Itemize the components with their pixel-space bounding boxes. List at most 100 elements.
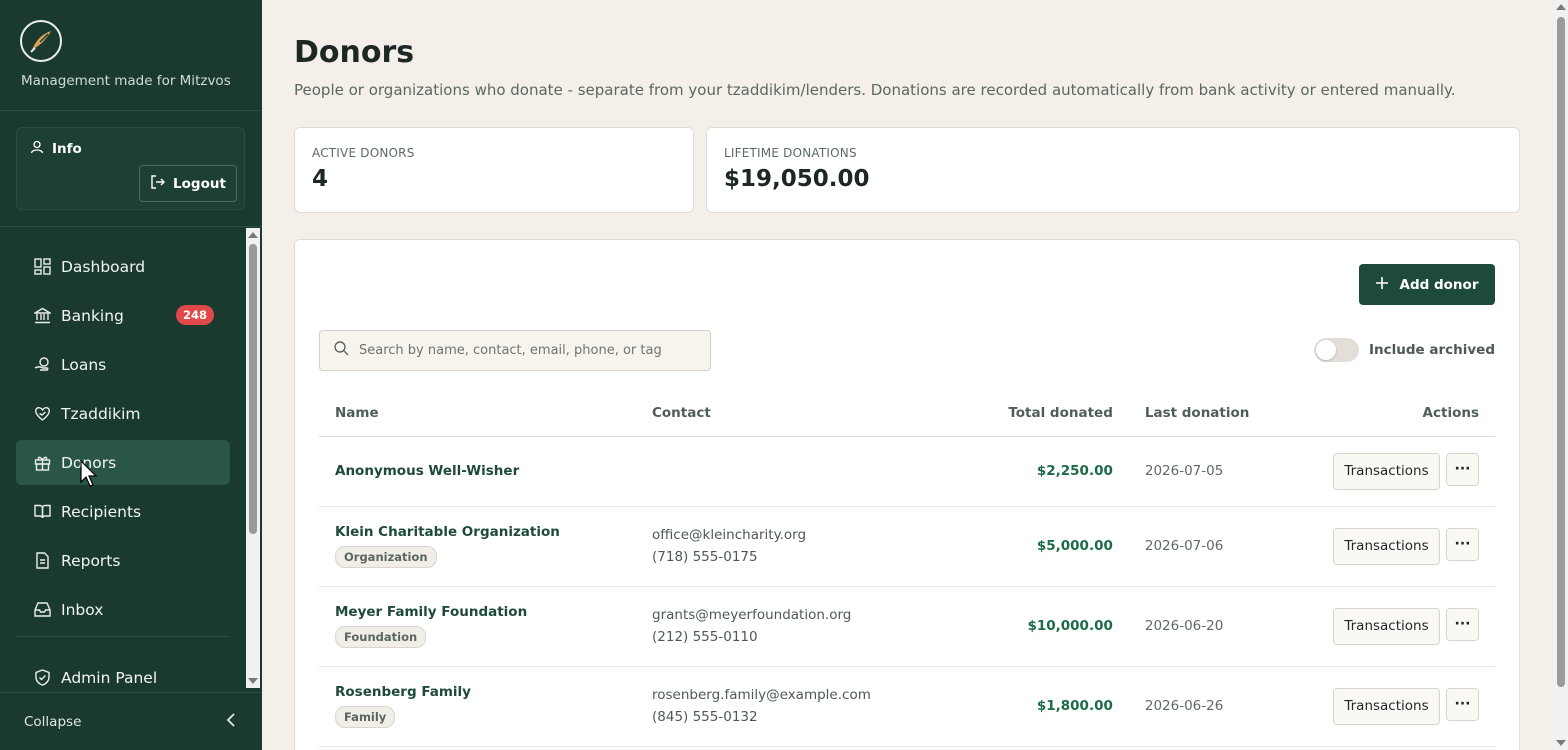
scroll-up-icon[interactable]: [1556, 4, 1566, 10]
donor-name-link[interactable]: Rosenberg Family: [335, 684, 620, 700]
sidebar-item-banking[interactable]: Banking 248: [16, 293, 230, 338]
contact-phone: (718) 555-0175: [652, 549, 758, 565]
user-label: Info: [52, 141, 82, 157]
transactions-button[interactable]: Transactions: [1333, 607, 1440, 645]
divider: [0, 226, 262, 227]
contact-phone: (212) 555-0110: [652, 629, 758, 645]
sidebar-item-recipients[interactable]: Recipients: [16, 489, 230, 534]
chevron-left-icon: [226, 712, 236, 731]
donor-tag: Organization: [335, 546, 437, 568]
more-options-icon[interactable]: ···: [1446, 607, 1479, 641]
page-description: People or organizations who donate - sep…: [294, 81, 1456, 99]
sidebar-item-inbox[interactable]: Inbox: [16, 587, 230, 632]
logout-icon: [150, 174, 166, 193]
contact-phone: (845) 555-0132: [652, 709, 758, 725]
total-donated: $10,000.00: [1027, 618, 1113, 634]
divider: [16, 636, 230, 637]
search-input[interactable]: [359, 343, 699, 358]
sidebar: Management made for Mitzvos Info Logout …: [0, 0, 262, 750]
toggle-label: Include archived: [1368, 342, 1495, 358]
add-donor-label: Add donor: [1399, 276, 1479, 293]
add-donor-button[interactable]: Add donor: [1359, 264, 1495, 305]
column-header-last[interactable]: Last donation: [1128, 390, 1299, 437]
sidebar-item-label: Loans: [61, 355, 107, 374]
column-header-total[interactable]: Total donated: [886, 390, 1129, 437]
transactions-button[interactable]: Transactions: [1333, 452, 1440, 490]
sidebar-nav: Dashboard Banking 248 Loans Tzaddikim Do…: [16, 244, 230, 636]
column-header-contact[interactable]: Contact: [636, 390, 887, 437]
bank-icon: [33, 307, 51, 325]
dashboard-icon: [33, 258, 51, 276]
inbox-icon: [33, 601, 51, 619]
user-info[interactable]: Info: [30, 140, 82, 158]
collapse-label: Collapse: [24, 713, 82, 730]
page-scrollbar[interactable]: [1554, 0, 1568, 750]
sidebar-item-label: Admin Panel: [61, 668, 158, 687]
transactions-button[interactable]: Transactions: [1333, 687, 1440, 725]
sidebar-item-dashboard[interactable]: Dashboard: [16, 244, 230, 289]
stat-label: LIFETIME DONATIONS: [724, 146, 857, 160]
divider: [0, 110, 262, 111]
donor-name-link[interactable]: Klein Charitable Organization: [335, 524, 620, 540]
column-header-actions: Actions: [1298, 390, 1495, 437]
transactions-button[interactable]: Transactions: [1333, 527, 1440, 565]
scroll-down-icon[interactable]: [1556, 740, 1566, 746]
total-donated: $2,250.00: [1036, 463, 1113, 479]
sidebar-item-label: Tzaddikim: [61, 404, 141, 423]
notification-badge: 248: [175, 305, 214, 325]
collapse-button[interactable]: Collapse: [0, 692, 262, 750]
stat-label: ACTIVE DONORS: [312, 146, 415, 160]
sidebar-scrollbar[interactable]: [246, 228, 260, 688]
loans-icon: [33, 356, 51, 374]
column-header-name[interactable]: Name: [319, 390, 636, 437]
more-options-icon[interactable]: ···: [1446, 687, 1479, 721]
last-donation: 2026-06-20: [1144, 618, 1224, 634]
table-row: Meyer Family Foundation Foundation grants…: [319, 586, 1495, 667]
more-options-icon[interactable]: ···: [1446, 527, 1479, 561]
scrollbar-thumb[interactable]: [1557, 17, 1565, 687]
sidebar-item-label: Recipients: [61, 502, 142, 521]
active-donors-card: ACTIVE DONORS 4: [294, 127, 694, 213]
gift-icon: [33, 454, 51, 472]
scroll-down-icon[interactable]: [248, 678, 258, 684]
total-donated: $1,800.00: [1036, 698, 1113, 714]
table-row: Rosenberg Family Family rosenberg.family@…: [319, 666, 1495, 747]
brand: [20, 20, 62, 62]
sidebar-item-donors[interactable]: Donors: [16, 440, 230, 485]
scrollbar-thumb[interactable]: [249, 244, 257, 534]
brand-tagline: Management made for Mitzvos: [21, 73, 231, 89]
plus-icon: [1375, 276, 1388, 293]
sidebar-item-reports[interactable]: Reports: [16, 538, 230, 583]
more-options-icon[interactable]: ···: [1446, 452, 1479, 486]
donor-name-link[interactable]: Meyer Family Foundation: [335, 604, 620, 620]
sidebar-item-label: Dashboard: [61, 257, 146, 276]
sidebar-item-label: Inbox: [61, 600, 104, 619]
sidebar-item-tzaddikim[interactable]: Tzaddikim: [16, 391, 230, 436]
search-icon: [334, 341, 349, 360]
scroll-up-icon[interactable]: [248, 232, 258, 238]
donor-name-link[interactable]: Anonymous Well-Wisher: [335, 463, 620, 479]
shield-icon: [33, 669, 51, 687]
main-content: Donors People or organizations who donat…: [262, 0, 1554, 750]
sidebar-item-loans[interactable]: Loans: [16, 342, 230, 387]
user-icon: [30, 140, 44, 158]
total-donated: $5,000.00: [1036, 538, 1113, 554]
donors-panel: Add donor Include archived Name Contact …: [294, 239, 1520, 750]
last-donation: 2026-06-26: [1144, 698, 1224, 714]
donor-tag: Family: [335, 706, 396, 728]
toggle-switch[interactable]: [1313, 338, 1359, 362]
contact-email: office@kleincharity.org: [652, 527, 807, 543]
donors-table: Name Contact Total donated Last donation…: [319, 390, 1495, 747]
table-header-row: Name Contact Total donated Last donation…: [319, 390, 1495, 437]
search-box[interactable]: [319, 330, 711, 371]
contact-email: grants@meyerfoundation.org: [652, 607, 852, 623]
logout-label: Logout: [173, 175, 226, 192]
heart-hand-icon: [33, 405, 51, 423]
logo-icon: [20, 20, 62, 62]
sidebar-item-label: Reports: [61, 551, 121, 570]
last-donation: 2026-07-05: [1144, 463, 1224, 479]
contact-email: rosenberg.family@example.com: [652, 687, 871, 703]
user-card: Info Logout: [16, 127, 245, 210]
include-archived-toggle[interactable]: Include archived: [1313, 338, 1495, 362]
logout-button[interactable]: Logout: [139, 165, 237, 202]
